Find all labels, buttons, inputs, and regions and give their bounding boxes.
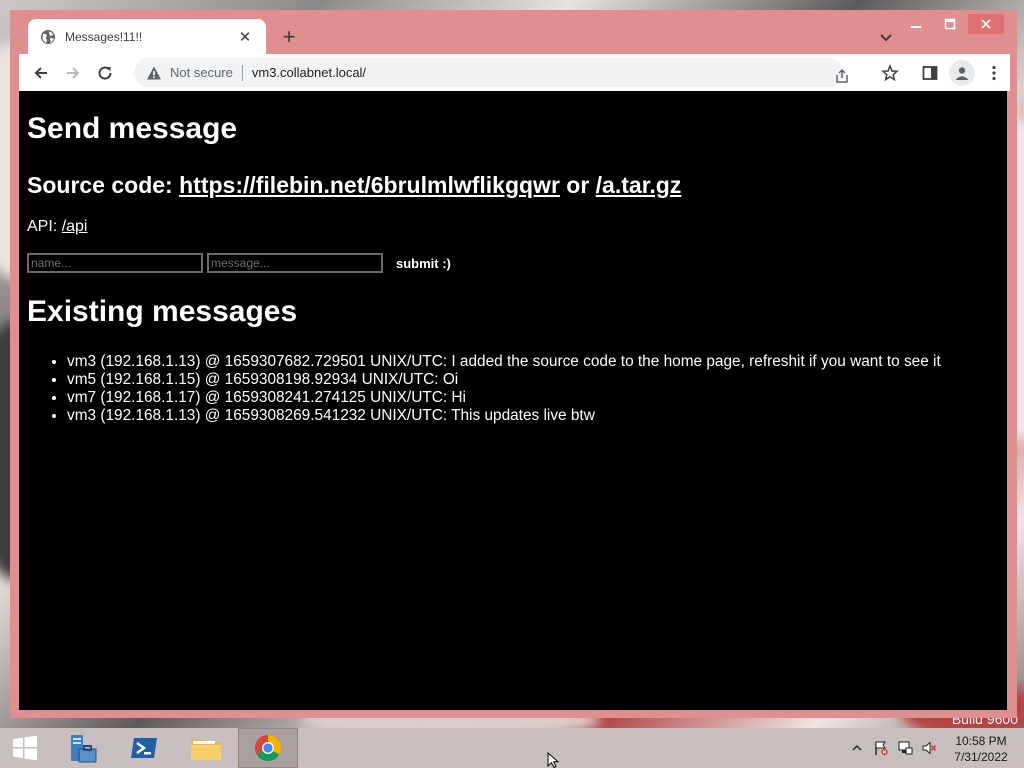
message-list: vm3 (192.168.1.13) @ 1659307682.729501 U… bbox=[67, 353, 941, 425]
not-secure-label[interactable]: Not secure bbox=[170, 65, 233, 80]
person-icon bbox=[955, 67, 969, 80]
speaker-muted-icon bbox=[922, 741, 937, 755]
warning-icon[interactable] bbox=[146, 65, 162, 81]
side-panel-button[interactable] bbox=[917, 60, 943, 86]
send-message-heading: Send message bbox=[27, 112, 238, 145]
tab-messages[interactable]: Messages!11!! ✕ bbox=[28, 19, 266, 54]
api-line: API: /api bbox=[27, 218, 87, 236]
tab-title: Messages!11!! bbox=[65, 29, 143, 44]
chrome-taskbar-button[interactable] bbox=[238, 728, 298, 768]
chrome-icon bbox=[254, 734, 282, 762]
url-text[interactable]: vm3.collabnet.local/ bbox=[252, 65, 366, 80]
system-clock[interactable]: 10:58 PM 7/31/2022 bbox=[942, 733, 1020, 765]
filebin-link[interactable]: https://filebin.net/6brulmlwflikgqwr bbox=[179, 172, 560, 198]
minimize-window-button[interactable] bbox=[900, 14, 932, 34]
arrow-left-icon bbox=[34, 67, 47, 79]
browser-window: Messages!11!! ✕ + Not secure vm3.collabn… bbox=[10, 10, 1017, 718]
name-input[interactable] bbox=[27, 253, 203, 273]
browser-toolbar: Not secure vm3.collabnet.local/ bbox=[19, 54, 1010, 91]
message-input[interactable] bbox=[207, 253, 383, 273]
minimize-icon bbox=[911, 26, 921, 28]
bookmark-button[interactable] bbox=[877, 60, 903, 86]
list-item: vm3 (192.168.1.13) @ 1659308269.541232 U… bbox=[67, 407, 941, 425]
server-manager-button[interactable] bbox=[52, 728, 112, 768]
tab-search-chevron-icon[interactable] bbox=[874, 25, 898, 49]
star-icon bbox=[881, 64, 899, 82]
taskbar: 10:58 PM 7/31/2022 bbox=[0, 728, 1024, 768]
list-item: vm5 (192.168.1.15) @ 1659308198.92934 UN… bbox=[67, 371, 941, 389]
reload-icon bbox=[98, 66, 112, 80]
network-icon bbox=[898, 741, 913, 755]
powershell-icon bbox=[131, 738, 157, 758]
forward-button[interactable] bbox=[60, 60, 86, 86]
mouse-pointer-icon bbox=[547, 752, 559, 768]
volume-button[interactable] bbox=[920, 728, 938, 768]
folder-icon bbox=[191, 739, 221, 760]
chevron-up-icon bbox=[852, 745, 862, 751]
browser-menu-button[interactable] bbox=[981, 60, 1007, 86]
kebab-menu-icon bbox=[992, 65, 996, 81]
back-button[interactable] bbox=[28, 60, 54, 86]
api-link[interactable]: /api bbox=[62, 218, 88, 235]
powershell-button[interactable] bbox=[114, 728, 174, 768]
windows-logo-icon bbox=[13, 735, 37, 761]
close-window-button[interactable] bbox=[968, 14, 1004, 34]
file-explorer-button[interactable] bbox=[176, 728, 236, 768]
existing-messages-heading: Existing messages bbox=[27, 295, 298, 328]
share-icon bbox=[836, 68, 848, 83]
start-button[interactable] bbox=[0, 728, 50, 768]
maximize-window-button[interactable] bbox=[934, 14, 966, 34]
source-code-heading: Source code: https://filebin.net/6brulml… bbox=[27, 172, 681, 199]
share-button[interactable] bbox=[830, 64, 854, 88]
address-bar[interactable]: Not secure vm3.collabnet.local/ bbox=[134, 58, 848, 87]
api-label: API: bbox=[27, 218, 58, 235]
reload-button[interactable] bbox=[92, 60, 118, 86]
maximize-icon bbox=[944, 18, 956, 30]
arrow-right-icon bbox=[67, 67, 80, 79]
clock-date: 7/31/2022 bbox=[954, 750, 1008, 764]
send-message-form: submit :) bbox=[27, 253, 451, 273]
show-hidden-icons-button[interactable] bbox=[850, 728, 864, 768]
profile-button[interactable] bbox=[949, 60, 975, 86]
submit-button[interactable]: submit :) bbox=[396, 255, 451, 271]
close-icon bbox=[981, 19, 991, 29]
close-tab-icon[interactable]: ✕ bbox=[236, 28, 254, 46]
server-manager-icon bbox=[71, 735, 97, 763]
archive-link[interactable]: /a.tar.gz bbox=[596, 172, 682, 198]
address-divider bbox=[241, 64, 243, 81]
action-center-button[interactable] bbox=[872, 728, 890, 768]
or-label: or bbox=[566, 172, 590, 198]
page-content: Send message Source code: https://filebi… bbox=[19, 91, 1007, 710]
clock-time: 10:58 PM bbox=[955, 734, 1007, 748]
list-item: vm3 (192.168.1.13) @ 1659307682.729501 U… bbox=[67, 353, 941, 371]
side-panel-icon bbox=[922, 66, 938, 80]
flag-icon bbox=[875, 741, 888, 756]
tab-strip: Messages!11!! ✕ + bbox=[10, 10, 1017, 54]
source-code-label: Source code: bbox=[27, 172, 173, 198]
new-tab-button[interactable]: + bbox=[276, 25, 302, 51]
list-item: vm7 (192.168.1.17) @ 1659308241.274125 U… bbox=[67, 389, 941, 407]
network-button[interactable] bbox=[896, 728, 914, 768]
globe-icon bbox=[41, 29, 55, 44]
